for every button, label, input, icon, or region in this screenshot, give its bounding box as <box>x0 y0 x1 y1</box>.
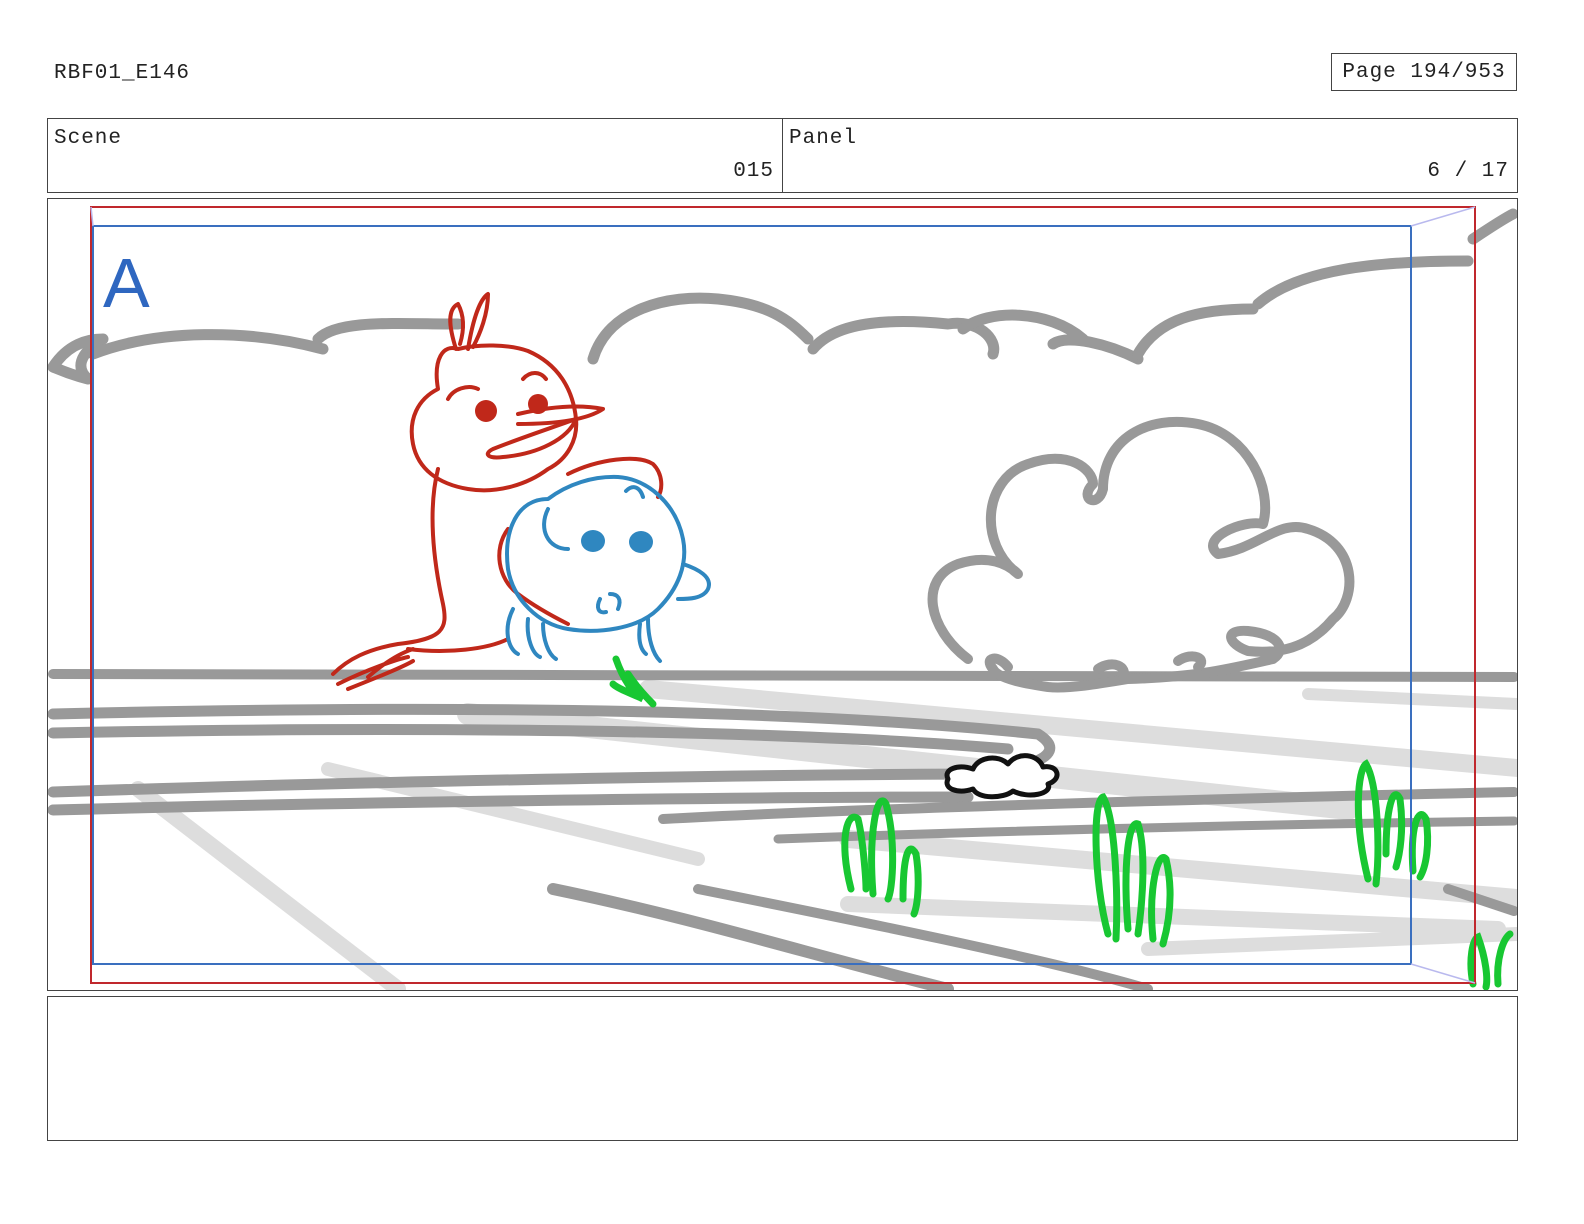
blue-bird-character <box>505 474 711 663</box>
scene-number: 015 <box>733 160 774 183</box>
red-bird-eyes <box>475 394 548 422</box>
cloud-drawing <box>927 416 1355 693</box>
project-id: RBF01_E146 <box>54 62 191 85</box>
frame-marker: A <box>103 244 150 322</box>
panel-number: 6 / 17 <box>1427 160 1509 183</box>
blue-bird-eyes <box>581 530 653 553</box>
scene-label: Scene <box>54 127 123 150</box>
page-counter-label: Page 194/953 <box>1342 60 1506 84</box>
panel-notes-box <box>47 996 1518 1141</box>
scene-cell: Scene 015 <box>48 119 782 192</box>
scene-panel-info-row: Scene 015 Panel 6 / 17 <box>47 118 1518 193</box>
page-counter: Page 194/953 <box>1331 53 1517 91</box>
storyboard-panel: A <box>47 198 1518 991</box>
panel-drawing: A <box>48 206 1517 990</box>
panel-cell: Panel 6 / 17 <box>782 119 1517 192</box>
panel-label: Panel <box>789 127 858 150</box>
